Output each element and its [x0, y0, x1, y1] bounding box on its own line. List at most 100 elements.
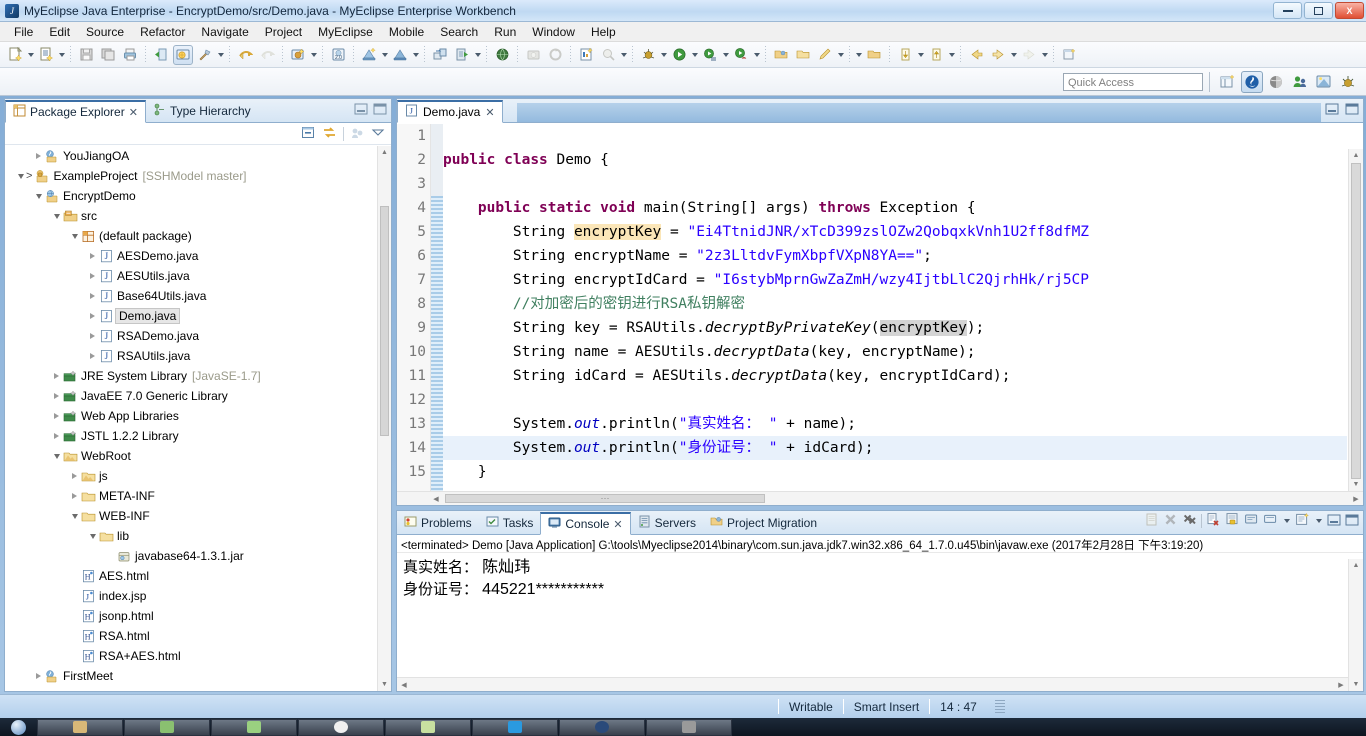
menu-item-mobile[interactable]: Mobile: [381, 23, 432, 41]
forward-dropdown-icon[interactable]: [1009, 45, 1018, 65]
scroll-up-icon[interactable]: ▲: [378, 146, 391, 159]
db-explorer-dropdown-icon[interactable]: [411, 45, 420, 65]
tree-item[interactable]: J RSAUtils.java: [5, 346, 391, 366]
tree-item[interactable]: lib: [5, 526, 391, 546]
code-line[interactable]: String name = AESUtils.decryptData(key, …: [443, 340, 1347, 364]
run-config-icon[interactable]: [700, 45, 720, 65]
build-dropdown-icon[interactable]: [216, 45, 225, 65]
console-horizontal-scrollbar[interactable]: ◀ ▶: [397, 677, 1348, 691]
chevron-right-icon[interactable]: [69, 486, 80, 506]
debug-perspective-icon[interactable]: [1337, 71, 1359, 93]
tree-vertical-scrollbar[interactable]: ▲ ▼: [377, 146, 391, 691]
code-line[interactable]: }: [443, 460, 1347, 484]
scroll-right-icon[interactable]: ▶: [1349, 492, 1363, 505]
taskbar-item[interactable]: [211, 718, 297, 736]
maximize-icon[interactable]: [1345, 514, 1359, 529]
minimize-button[interactable]: [1273, 2, 1302, 19]
tree-item[interactable]: WEB-INF: [5, 506, 391, 526]
tree-item[interactable]: Web App Libraries: [5, 406, 391, 426]
open-type-icon[interactable]: [771, 45, 791, 65]
taskbar-item[interactable]: [646, 718, 732, 736]
chevron-down-icon[interactable]: [15, 166, 26, 186]
editor-horizontal-scrollbar[interactable]: ◀ ⋯ ▶: [397, 491, 1363, 505]
code-line[interactable]: String key = RSAUtils.decryptByPrivateKe…: [443, 316, 1347, 340]
minimize-icon[interactable]: [354, 103, 368, 118]
chevron-right-icon[interactable]: [87, 286, 98, 306]
project-tree[interactable]: YouJiangOA > ExampleProject [SSHModel maste…: [5, 146, 391, 691]
scroll-down-icon[interactable]: ▼: [1349, 678, 1363, 691]
edit-dropdown-icon[interactable]: [836, 45, 845, 65]
edit-icon[interactable]: [815, 45, 835, 65]
taskbar-item[interactable]: [385, 718, 471, 736]
tab-demo-java[interactable]: J Demo.java ✕: [397, 100, 503, 123]
tree-item[interactable]: FirstMeet: [5, 666, 391, 686]
console-body[interactable]: <terminated> Demo [Java Application] G:\…: [397, 535, 1363, 691]
menu-item-search[interactable]: Search: [432, 23, 486, 41]
new-wizard-icon[interactable]: [5, 45, 25, 65]
close-icon[interactable]: ✕: [613, 518, 622, 531]
run-server-icon[interactable]: [452, 45, 472, 65]
code-line[interactable]: [443, 388, 1347, 412]
tree-item[interactable]: YouJiangOA: [5, 146, 391, 166]
tab-servers[interactable]: Servers: [631, 511, 703, 534]
menu-item-help[interactable]: Help: [583, 23, 624, 41]
close-button[interactable]: X: [1335, 2, 1364, 19]
next-annotation-icon[interactable]: [895, 45, 915, 65]
tree-item[interactable]: J AESDemo.java: [5, 246, 391, 266]
taskbar-item[interactable]: [472, 718, 558, 736]
new-window-icon[interactable]: [1059, 45, 1079, 65]
menu-item-window[interactable]: Window: [524, 23, 583, 41]
pin-console-icon[interactable]: [1263, 512, 1278, 530]
scroll-down-icon[interactable]: ▼: [1349, 478, 1363, 491]
editor-vertical-scrollbar[interactable]: ▲ ▼: [1348, 149, 1363, 491]
maximize-icon[interactable]: [1345, 103, 1359, 118]
chevron-down-icon[interactable]: [51, 446, 62, 466]
taskbar-item[interactable]: [124, 718, 210, 736]
open-console-dropdown-icon[interactable]: [1314, 511, 1323, 531]
code-line[interactable]: String encryptIdCard = "I6stybMprnGwZaZm…: [443, 268, 1347, 292]
code-lines[interactable]: public class Demo { public static void m…: [443, 124, 1347, 505]
deploy-dropdown-icon[interactable]: [309, 45, 318, 65]
code-line[interactable]: System.out.println("真实姓名： " + name);: [443, 412, 1347, 436]
tab-console[interactable]: Console ✕: [540, 512, 631, 535]
run-config-dropdown-icon[interactable]: [721, 45, 730, 65]
prev-annotation-dropdown-icon[interactable]: [947, 45, 956, 65]
chevron-down-icon[interactable]: [33, 186, 44, 206]
open-browser-icon[interactable]: [151, 45, 171, 65]
search-dropdown-icon[interactable]: [619, 45, 628, 65]
globe-icon[interactable]: [492, 45, 512, 65]
tab-type-hierarchy[interactable]: Type Hierarchy: [146, 99, 258, 122]
save-all-icon[interactable]: [98, 45, 118, 65]
code-line[interactable]: System.out.println("身份证号： " + idCard);: [443, 436, 1347, 460]
tree-item[interactable]: Hjsonp.html: [5, 606, 391, 626]
view-menu-icon[interactable]: [371, 125, 385, 142]
tree-item[interactable]: H AES.html: [5, 566, 391, 586]
display-selected-console-icon[interactable]: [1295, 512, 1310, 530]
menu-item-run[interactable]: Run: [486, 23, 524, 41]
scroll-thumb[interactable]: [1351, 163, 1361, 479]
minimize-icon[interactable]: [1325, 103, 1339, 118]
tree-item[interactable]: js: [5, 466, 391, 486]
db-browser-icon[interactable]: [359, 45, 379, 65]
debug-dropdown-icon[interactable]: [659, 45, 668, 65]
link-with-editor-icon[interactable]: [322, 125, 337, 143]
remove-all-terminated-icon[interactable]: [1182, 512, 1197, 530]
chevron-right-icon[interactable]: [87, 326, 98, 346]
chevron-right-icon[interactable]: [51, 406, 62, 426]
chevron-right-icon[interactable]: [87, 346, 98, 366]
minimize-icon[interactable]: [1327, 514, 1341, 529]
menu-item-navigate[interactable]: Navigate: [193, 23, 256, 41]
code-line[interactable]: public static void main(String[] args) t…: [443, 196, 1347, 220]
tree-item[interactable]: META-INF: [5, 486, 391, 506]
html20-icon[interactable]: 2.0: [328, 45, 348, 65]
remote-sync-icon[interactable]: [430, 45, 450, 65]
chevron-down-icon[interactable]: [1282, 511, 1291, 531]
tab-project-migration[interactable]: Project Migration: [703, 511, 824, 534]
tree-item[interactable]: JavaEE 7.0 Generic Library: [5, 386, 391, 406]
chevron-right-icon[interactable]: [33, 666, 44, 686]
menu-item-myeclipse[interactable]: MyEclipse: [310, 23, 381, 41]
tree-item[interactable]: J AESUtils.java: [5, 266, 391, 286]
forward-disabled-dropdown-icon[interactable]: [1040, 45, 1049, 65]
open-resource-icon[interactable]: [793, 45, 813, 65]
tree-item[interactable]: (default package): [5, 226, 391, 246]
